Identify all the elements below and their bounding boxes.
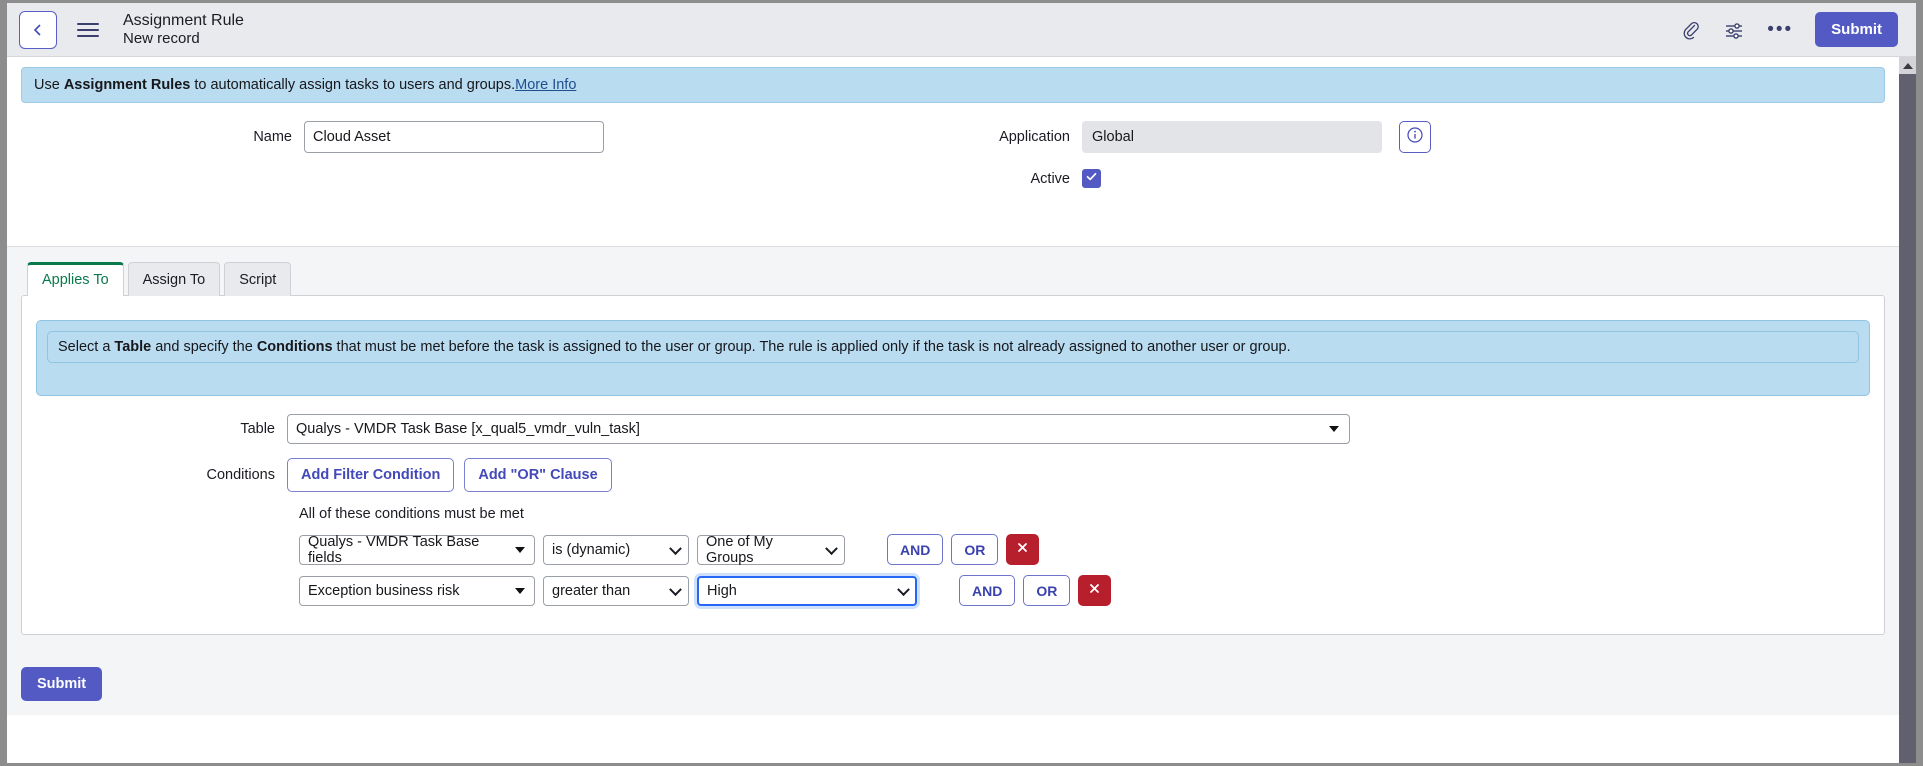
hamburger-menu-icon[interactable] (77, 17, 103, 43)
vertical-scrollbar[interactable] (1899, 57, 1916, 763)
filter-operator-2[interactable]: greater than (543, 576, 689, 606)
conditions-row: Conditions Add Filter Condition Add "OR"… (22, 458, 1884, 492)
filter-operator-1[interactable]: is (dynamic) (543, 535, 689, 565)
header-actions: ••• Submit (1681, 12, 1898, 47)
name-input[interactable] (304, 121, 604, 153)
filter-operator-1-value: is (dynamic) (552, 542, 630, 558)
filter-field-1-wrap: Qualys - VMDR Task Base fields (299, 535, 535, 565)
ellipsis-icon[interactable]: ••• (1767, 25, 1793, 35)
cond-b2: Conditions (257, 339, 333, 355)
record-fields: Name Application Global (7, 103, 1899, 246)
section-tabs: Applies To Assign To Script (21, 261, 1885, 295)
assignment-rules-info-banner: Use Assignment Rules to automatically as… (21, 67, 1885, 103)
row-name-application: Name Application Global (7, 121, 1899, 153)
application-label: Application (947, 129, 1082, 145)
form-scroll-area: Use Assignment Rules to automatically as… (7, 57, 1916, 763)
form-content: Use Assignment Rules to automatically as… (7, 67, 1899, 715)
and-button-2[interactable]: AND (959, 575, 1015, 606)
filter-value-1-value: One of My Groups (706, 534, 820, 566)
add-or-clause-button[interactable]: Add "OR" Clause (464, 458, 611, 492)
cond-p2: and specify the (151, 339, 257, 355)
paperclip-icon[interactable] (1681, 20, 1701, 40)
row-active: Active (7, 169, 1899, 188)
tab-script[interactable]: Script (224, 262, 291, 296)
back-button[interactable] (19, 11, 57, 49)
tab-script-label: Script (239, 272, 276, 288)
add-filter-condition-button[interactable]: Add Filter Condition (287, 458, 454, 492)
table-label: Table (22, 421, 287, 437)
filter-value-1-wrap: One of My Groups (697, 535, 845, 565)
filter-row-1: Qualys - VMDR Task Base fields is (dynam… (22, 534, 1884, 565)
chevron-down-icon (1329, 426, 1339, 432)
table-select-value: Qualys - VMDR Task Base [x_qual5_vmdr_vu… (296, 421, 640, 437)
checkmark-icon (1085, 170, 1098, 188)
filter-operator-2-wrap: greater than (543, 576, 689, 606)
chevron-left-icon (31, 22, 45, 38)
scroll-up-button[interactable] (1899, 57, 1916, 74)
conditions-builder: Table Qualys - VMDR Task Base [x_qual5_v… (22, 396, 1884, 606)
conditions-helper-text: All of these conditions must be met (22, 506, 1884, 522)
filter-field-2[interactable]: Exception business risk (299, 576, 535, 606)
name-label: Name (7, 129, 304, 145)
filter-value-2[interactable]: High (697, 576, 917, 606)
filter-value-2-value: High (707, 583, 737, 599)
app-window: Assignment Rule New record (7, 3, 1916, 763)
delete-condition-button-1[interactable] (1006, 534, 1039, 565)
filter-operator-1-wrap: is (dynamic) (543, 535, 689, 565)
and-button-1[interactable]: AND (887, 534, 943, 565)
application-info-button[interactable] (1399, 121, 1431, 153)
applies-to-panel: Select a Table and specify the Condition… (21, 295, 1885, 635)
record-header: Assignment Rule New record (7, 3, 1916, 57)
table-select[interactable]: Qualys - VMDR Task Base [x_qual5_vmdr_vu… (287, 414, 1350, 444)
cond-p3: that must be met before the task is assi… (333, 339, 1291, 355)
screen: Assignment Rule New record (0, 0, 1923, 766)
active-field-group: Active (947, 169, 1101, 188)
page-title: Assignment Rule (123, 12, 1681, 30)
delete-condition-button-2[interactable] (1078, 575, 1111, 606)
filter-field-1-value: Qualys - VMDR Task Base fields (308, 534, 510, 566)
close-x-icon (1088, 582, 1101, 599)
conditions-info-banner: Select a Table and specify the Condition… (36, 320, 1870, 396)
tab-applies-to[interactable]: Applies To (27, 262, 124, 296)
filter-field-2-value: Exception business risk (308, 583, 460, 599)
record-title-block: Assignment Rule New record (123, 12, 1681, 48)
tab-assign-to[interactable]: Assign To (128, 262, 221, 296)
form-footer: Submit (7, 655, 1899, 715)
tab-applies-to-label: Applies To (42, 272, 109, 288)
filter-row-2: Exception business risk greater than (22, 575, 1884, 606)
form-sections: Applies To Assign To Script Select a Tab… (7, 246, 1899, 655)
close-x-icon (1016, 541, 1029, 558)
filter-operator-2-value: greater than (552, 583, 630, 599)
tab-assign-to-label: Assign To (143, 272, 206, 288)
submit-button-top[interactable]: Submit (1815, 12, 1898, 47)
active-checkbox[interactable] (1082, 169, 1101, 188)
triangle-up-icon (1903, 63, 1913, 69)
filter-value-1[interactable]: One of My Groups (697, 535, 845, 565)
conditions-label: Conditions (22, 467, 287, 483)
filter-field-2-wrap: Exception business risk (299, 576, 535, 606)
info-circle-icon (1406, 126, 1424, 149)
cond-b1: Table (114, 339, 151, 355)
info-banner-text-before: Use (34, 77, 64, 93)
application-field-group: Application Global (947, 121, 1431, 153)
page-subtitle: New record (123, 30, 1681, 47)
sliders-icon[interactable] (1723, 20, 1745, 40)
info-banner-bold: Assignment Rules (64, 77, 191, 93)
more-info-link[interactable]: More Info (515, 77, 576, 93)
table-row: Table Qualys - VMDR Task Base [x_qual5_v… (22, 414, 1884, 444)
submit-button-bottom[interactable]: Submit (21, 667, 102, 701)
filter-field-1[interactable]: Qualys - VMDR Task Base fields (299, 535, 535, 565)
cond-p1: Select a (58, 339, 114, 355)
active-label: Active (947, 171, 1082, 187)
application-value: Global (1082, 121, 1382, 153)
scrollbar-thumb[interactable] (1899, 74, 1916, 763)
info-banner-text-after: to automatically assign tasks to users a… (190, 77, 515, 93)
filter-value-2-wrap: High (697, 576, 917, 606)
or-button-2[interactable]: OR (1023, 575, 1070, 606)
conditions-info-text: Select a Table and specify the Condition… (47, 331, 1859, 363)
or-button-1[interactable]: OR (951, 534, 998, 565)
name-field-group: Name (7, 121, 947, 153)
